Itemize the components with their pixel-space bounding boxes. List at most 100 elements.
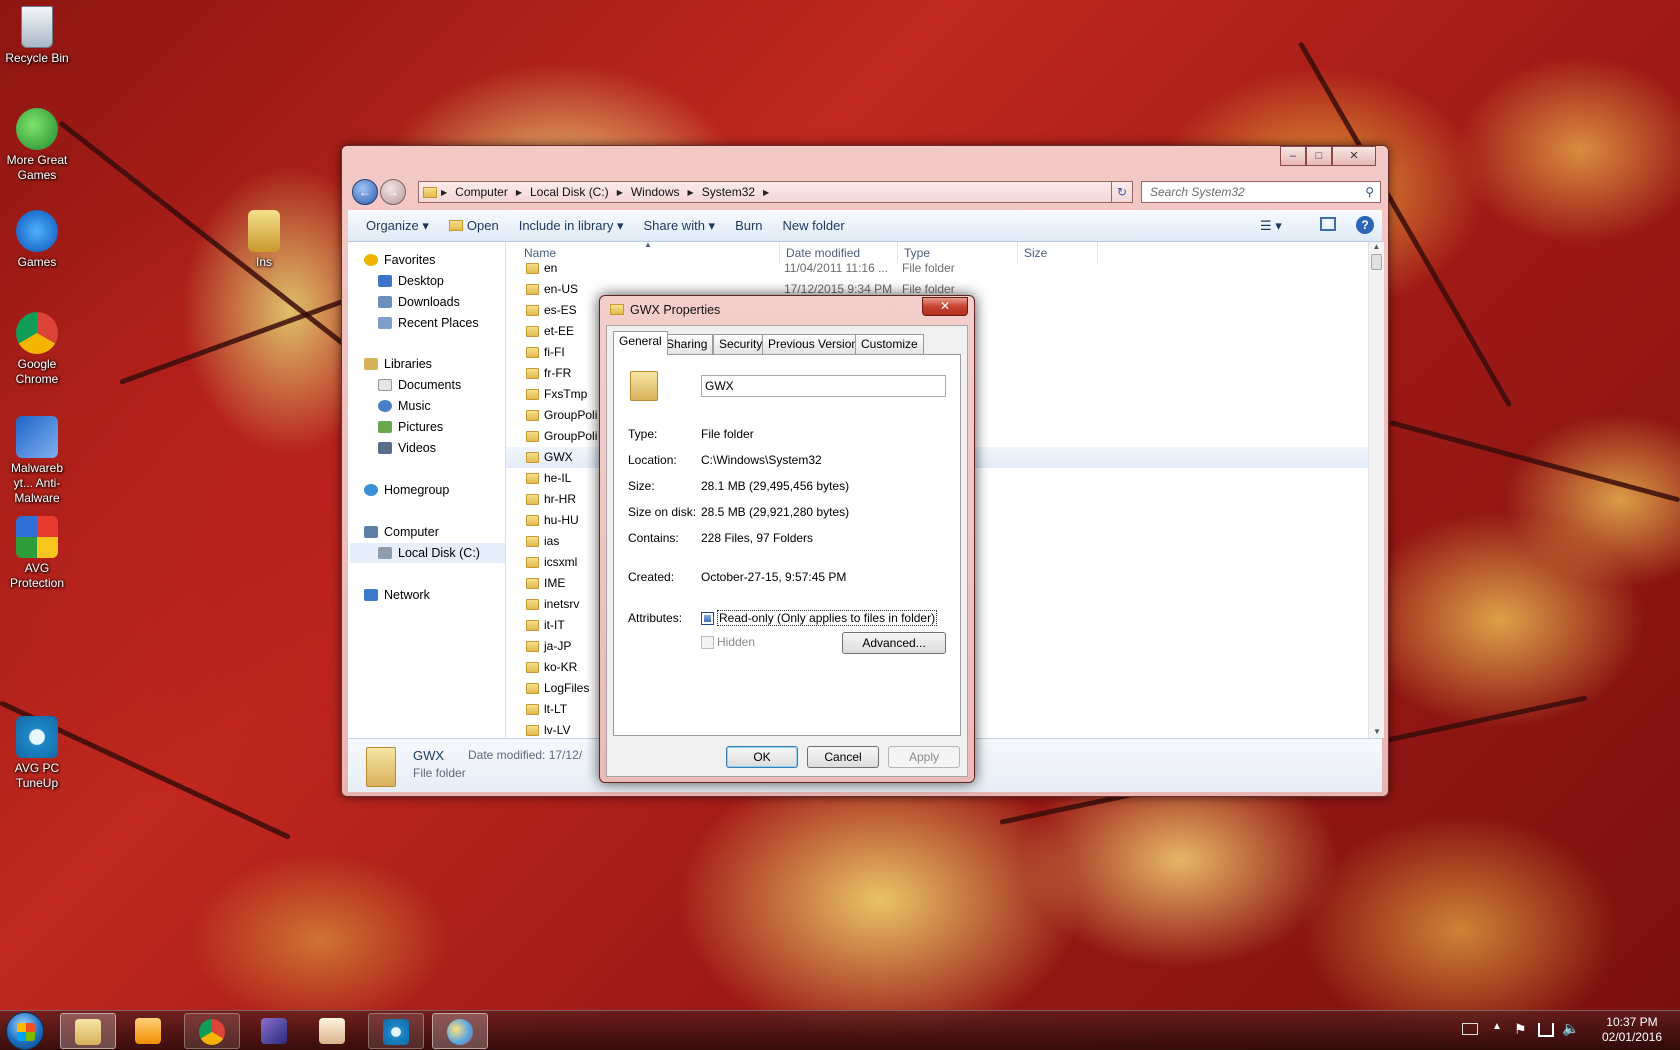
taskbar-chrome[interactable] bbox=[184, 1013, 240, 1049]
file-name: FxsTmp bbox=[544, 387, 588, 401]
tray-overflow-icon[interactable]: ▲ bbox=[1492, 1021, 1502, 1032]
nav-music[interactable]: Music bbox=[378, 396, 431, 416]
tab-security[interactable]: Security bbox=[713, 334, 769, 354]
file-name: it-IT bbox=[544, 618, 565, 632]
advanced-button[interactable]: Advanced... bbox=[842, 632, 946, 654]
avg-icon bbox=[16, 516, 58, 558]
readonly-checkbox[interactable] bbox=[701, 612, 714, 625]
minimize-button[interactable]: – bbox=[1280, 146, 1306, 166]
address-bar[interactable]: ▶ Computer ▶ Local Disk (C:) ▶ Windows ▶… bbox=[418, 181, 1130, 203]
taskbar-explorer[interactable] bbox=[60, 1013, 116, 1049]
nav-network[interactable]: Network bbox=[364, 585, 430, 605]
breadcrumb-system32[interactable]: System32 bbox=[694, 185, 763, 199]
open-button[interactable]: Open bbox=[439, 218, 509, 233]
nav-documents[interactable]: Documents bbox=[378, 375, 461, 395]
scroll-down-icon[interactable]: ▼ bbox=[1373, 727, 1381, 736]
nav-desktop[interactable]: Desktop bbox=[378, 271, 444, 291]
navigation-pane: Favorites Desktop Downloads Recent Place… bbox=[348, 242, 506, 738]
hidden-checkbox[interactable] bbox=[701, 636, 714, 649]
maximize-button[interactable]: □ bbox=[1306, 146, 1332, 166]
desktop-icon-avg-protection[interactable]: AVG Protection bbox=[0, 516, 74, 591]
tray-icon-keyboard[interactable] bbox=[1462, 1023, 1478, 1035]
search-input[interactable]: Search System32 ⚲ bbox=[1141, 181, 1381, 203]
nav-pictures[interactable]: Pictures bbox=[378, 417, 443, 437]
scroll-up-icon[interactable]: ▲ bbox=[1369, 242, 1384, 251]
preview-pane-icon[interactable] bbox=[1320, 217, 1336, 231]
scroll-thumb[interactable] bbox=[1371, 254, 1382, 270]
start-button[interactable] bbox=[6, 1012, 44, 1050]
tab-general[interactable]: General bbox=[613, 331, 668, 355]
view-options-icon[interactable]: ☰ ▾ bbox=[1260, 218, 1282, 234]
nav-label: Recent Places bbox=[398, 316, 479, 330]
folder-name-input[interactable]: GWX bbox=[701, 375, 946, 397]
tab-previous-versions[interactable]: Previous Versions bbox=[762, 334, 871, 354]
back-button[interactable]: ← bbox=[352, 179, 378, 205]
taskbar-paint[interactable] bbox=[432, 1013, 488, 1049]
desktop-icon-recycle-bin[interactable]: Recycle Bin bbox=[0, 6, 74, 66]
close-button[interactable]: ✕ bbox=[1332, 146, 1376, 166]
folder-icon bbox=[526, 347, 539, 358]
desktop-icon-more-great-games[interactable]: More Great Games bbox=[0, 108, 74, 183]
tab-customize[interactable]: Customize bbox=[855, 334, 924, 354]
clock[interactable]: 10:37 PM 02/01/2016 bbox=[1602, 1015, 1662, 1045]
search-icon[interactable]: ⚲ bbox=[1365, 182, 1374, 202]
taskbar-app-cards[interactable] bbox=[246, 1013, 302, 1049]
nav-libraries[interactable]: Libraries bbox=[364, 354, 432, 374]
taskbar-tuneup[interactable] bbox=[368, 1013, 424, 1049]
refresh-button[interactable]: ↻ bbox=[1111, 181, 1133, 203]
nav-label: Homegroup bbox=[384, 483, 450, 497]
taskbar-app-mahjong[interactable] bbox=[304, 1013, 360, 1049]
new-folder-button[interactable]: New folder bbox=[773, 218, 855, 233]
dialog-close-button[interactable]: ✕ bbox=[922, 297, 968, 316]
taskbar: ▲ ⚑ 🔈 10:37 PM 02/01/2016 bbox=[0, 1010, 1680, 1050]
file-date: 11/04/2011 11:16 ... bbox=[784, 261, 889, 275]
ok-button[interactable]: OK bbox=[726, 746, 798, 768]
nav-label: Music bbox=[398, 399, 431, 413]
network-tray-icon[interactable] bbox=[1538, 1023, 1554, 1037]
desktop-icon-installer[interactable]: Ins bbox=[242, 210, 286, 270]
nav-homegroup[interactable]: Homegroup bbox=[364, 480, 449, 500]
folder-icon bbox=[610, 304, 624, 315]
breadcrumb-local-disk[interactable]: Local Disk (C:) bbox=[522, 185, 617, 199]
forward-button[interactable]: → bbox=[380, 179, 406, 205]
volume-icon[interactable]: 🔈 bbox=[1562, 1020, 1579, 1037]
include-in-library-button[interactable]: Include in library ▾ bbox=[509, 218, 634, 234]
nav-local-disk[interactable]: Local Disk (C:) bbox=[350, 543, 505, 563]
desktop-icon-games[interactable]: Games bbox=[0, 210, 74, 270]
folder-icon bbox=[526, 578, 539, 589]
desktop-icon-google-chrome[interactable]: Google Chrome bbox=[0, 312, 74, 387]
nav-videos[interactable]: Videos bbox=[378, 438, 436, 458]
file-name: lt-LT bbox=[544, 702, 568, 716]
organize-button[interactable]: Organize ▾ bbox=[348, 218, 439, 234]
breadcrumb-windows[interactable]: Windows bbox=[623, 185, 688, 199]
nav-recent-places[interactable]: Recent Places bbox=[378, 313, 479, 333]
type-value: File folder bbox=[701, 427, 754, 441]
desktop-icon bbox=[378, 275, 392, 287]
nav-computer[interactable]: Computer bbox=[364, 522, 439, 542]
burn-button[interactable]: Burn bbox=[725, 218, 772, 233]
cancel-button[interactable]: Cancel bbox=[807, 746, 879, 768]
properties-dialog[interactable]: GWX Properties ✕ General Sharing Securit… bbox=[599, 295, 975, 783]
desktop-icon-malwarebytes[interactable]: Malwareb yt... Anti-Malware bbox=[0, 416, 74, 506]
nav-downloads[interactable]: Downloads bbox=[378, 292, 460, 312]
breadcrumb-computer[interactable]: Computer bbox=[447, 185, 516, 199]
folder-icon bbox=[526, 326, 539, 337]
help-icon[interactable]: ? bbox=[1356, 216, 1374, 234]
action-center-flag-icon[interactable]: ⚑ bbox=[1514, 1021, 1527, 1038]
desktop-icon-label: More Great Games bbox=[6, 153, 68, 182]
nav-label: Computer bbox=[384, 525, 439, 539]
tab-sharing[interactable]: Sharing bbox=[660, 334, 714, 354]
share-with-button[interactable]: Share with ▾ bbox=[634, 218, 726, 234]
desktop-icon-avg-tuneup[interactable]: AVG PC TuneUp bbox=[0, 716, 74, 791]
created-value: October-27-15, 9:57:45 PM bbox=[701, 570, 847, 584]
apply-button[interactable]: Apply bbox=[888, 746, 960, 768]
table-row[interactable]: en 11/04/2011 11:16 ... File folder bbox=[506, 258, 1368, 279]
nav-favorites[interactable]: Favorites bbox=[364, 250, 435, 270]
readonly-label[interactable]: Read-only (Only applies to files in fold… bbox=[717, 610, 938, 626]
folder-icon bbox=[526, 389, 539, 400]
file-name: en-US bbox=[544, 282, 579, 296]
vertical-scrollbar[interactable]: ▲ ▼ bbox=[1368, 242, 1384, 738]
command-bar: Organize ▾ Open Include in library ▾ Sha… bbox=[348, 210, 1382, 242]
taskbar-media-player[interactable] bbox=[120, 1013, 176, 1049]
folder-icon bbox=[526, 599, 539, 610]
